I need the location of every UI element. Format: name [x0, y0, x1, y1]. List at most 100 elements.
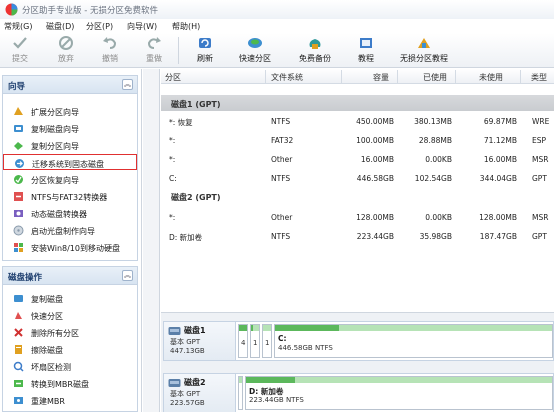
discard-button[interactable]: 放弃: [54, 35, 78, 66]
sidebar-item-dynamic-disk-converter[interactable]: 动态磁盘转换器: [3, 205, 137, 221]
disk1-info: 磁盘1 基本 GPT 447.13GB: [164, 322, 236, 360]
table-row[interactable]: *: Other 16.00MB 0.00KB 16.00MB MSR: [161, 152, 554, 167]
column-divider: [520, 70, 521, 83]
table-cell: C:: [169, 174, 177, 183]
partition-recovery-icon: [14, 175, 23, 184]
column-unused[interactable]: 未使用: [479, 72, 503, 83]
collapse-wizard-button[interactable]: ︽: [122, 79, 133, 90]
column-filesystem[interactable]: 文件系统: [271, 72, 303, 83]
table-cell: D: 新加卷: [169, 233, 203, 242]
partition-usage-bar: [239, 325, 247, 331]
menu-wizard[interactable]: 向导(W): [127, 21, 157, 32]
tutorial-button[interactable]: 教程: [354, 35, 378, 66]
column-divider: [397, 70, 398, 83]
sidebar-item-partition-recovery-wizard[interactable]: 分区恢复向导: [3, 171, 137, 187]
copy-partition-icon: [14, 142, 23, 150]
sidebar-item-rebuild-mbr[interactable]: 重建MBR: [3, 392, 137, 408]
disk-operations-panel: 磁盘操作 ︽ 复制磁盘 快速分区 删除所有分区 擦除磁盘 坏扇区检测 转换到MB…: [2, 266, 138, 412]
table-cell: NTFS: [271, 174, 291, 183]
copy-disk-icon: [14, 125, 23, 132]
disk1-partition-esp[interactable]: 1: [250, 324, 260, 358]
collapse-disk-operations-button[interactable]: ︽: [122, 270, 133, 281]
table-cell: *:: [169, 213, 176, 222]
quick-partition-button[interactable]: 快速分区: [235, 35, 275, 66]
menu-disk[interactable]: 磁盘(D): [46, 21, 74, 32]
partition-bar-background: [263, 325, 271, 331]
table-cell: 380.13MB: [414, 117, 452, 126]
table-cell: *: 恢复: [169, 118, 193, 127]
toolbar-separator: [178, 37, 179, 64]
migrate-os-icon: [15, 159, 24, 168]
table-row[interactable]: C: NTFS 446.58GB 102.54GB 344.04GB GPT: [161, 171, 554, 186]
lossless-tutorial-button[interactable]: 无损分区教程: [395, 35, 453, 66]
menu-help[interactable]: 帮助(H): [172, 21, 200, 32]
redo-button[interactable]: 重做: [142, 35, 166, 66]
disk1-card[interactable]: 磁盘1 基本 GPT 447.13GB 4 1 1 C: 446.58GB NT…: [163, 321, 554, 361]
table-cell: 450.00MB: [356, 117, 394, 126]
sidebar-item-quick-partition[interactable]: 快速分区: [3, 307, 137, 323]
table-header: 分区 文件系统 容量 已使用 未使用 类型: [161, 69, 554, 84]
sidebar-item-copy-disk-wizard[interactable]: 复制磁盘向导: [3, 120, 137, 136]
partition-usage-bar: [246, 377, 295, 383]
discard-icon: [59, 36, 73, 50]
table-cell: *:: [169, 136, 176, 145]
commit-button[interactable]: 提交: [8, 35, 32, 66]
disk2-card[interactable]: 磁盘2 基本 GPT 223.57GB D: 新加卷 223.44GB NTFS: [163, 373, 554, 412]
table-cell: GPT: [532, 174, 547, 183]
backup-icon: [309, 39, 321, 49]
commit-icon: [13, 37, 27, 49]
menu-partition[interactable]: 分区(P): [86, 21, 113, 32]
sidebar-splitter[interactable]: [143, 69, 160, 412]
table-row[interactable]: *: Other 128.00MB 0.00KB 128.00MB MSR: [161, 210, 554, 225]
menu-general[interactable]: 常规(G): [4, 21, 32, 32]
sidebar-item-extend-partition-wizard[interactable]: 扩展分区向导: [3, 103, 137, 119]
table-cell: 0.00KB: [425, 213, 452, 222]
disk1-partition-recovery[interactable]: 4: [238, 324, 248, 358]
free-backup-button[interactable]: 免费备份: [295, 35, 335, 66]
sidebar-item-install-win-to-usb[interactable]: 安装Win8/10到移动硬盘: [3, 239, 137, 255]
sidebar-item-copy-disk[interactable]: 复制磁盘: [3, 290, 137, 306]
disk2-partition-msr[interactable]: [238, 376, 243, 410]
sidebar-item-wipe-disk[interactable]: 擦除磁盘: [3, 341, 137, 357]
tutorial-icon: [360, 38, 372, 48]
table-cell: 16.00MB: [483, 155, 517, 164]
table-row[interactable]: D: 新加卷 NTFS 223.44GB 35.98GB 187.47GB GPT: [161, 229, 554, 244]
column-used[interactable]: 已使用: [423, 72, 447, 83]
table-cell: NTFS: [271, 117, 291, 126]
disk2-partition-d[interactable]: D: 新加卷 223.44GB NTFS: [245, 376, 553, 410]
column-divider: [455, 70, 456, 83]
column-type[interactable]: 类型: [531, 72, 547, 83]
sidebar-item-copy-partition-wizard[interactable]: 复制分区向导: [3, 137, 137, 153]
table-cell: 16.00MB: [360, 155, 394, 164]
sidebar-item-bootable-cd-wizard[interactable]: 启动光盘制作向导: [3, 222, 137, 238]
table-cell: GPT: [532, 232, 547, 241]
disk-operations-panel-header: 磁盘操作 ︽: [3, 267, 137, 285]
title-bar: 分区助手专业版 - 无损分区免费软件: [0, 0, 554, 19]
toolbar: 提交 放弃 撤销 重做 刷新 快速分区 免费备份 教程 无损分区教程: [0, 33, 554, 68]
table-row[interactable]: *: 恢复 NTFS 450.00MB 380.13MB 69.87MB WRE: [161, 114, 554, 129]
table-cell: 100.00MB: [356, 136, 394, 145]
sidebar-item-ntfs-fat32-converter[interactable]: NTFS与FAT32转换器: [3, 188, 137, 204]
rebuild-mbr-icon: [14, 397, 23, 404]
convert-mbr-icon: [14, 380, 23, 387]
column-divider: [265, 70, 266, 83]
disk2-group-header[interactable]: 磁盘2 (GPT): [161, 188, 554, 204]
disk-operations-panel-title: 磁盘操作: [8, 273, 43, 283]
table-cell: FAT32: [271, 136, 294, 145]
disk1-group-header[interactable]: 磁盘1 (GPT): [161, 95, 554, 111]
disk1-partition-msr[interactable]: 1: [262, 324, 272, 358]
sidebar-item-delete-all-partitions[interactable]: 删除所有分区: [3, 324, 137, 340]
menu-bar: 常规(G) 磁盘(D) 分区(P) 向导(W) 帮助(H): [0, 19, 554, 33]
refresh-button[interactable]: 刷新: [193, 35, 217, 66]
table-row[interactable]: *: FAT32 100.00MB 28.88MB 71.12MB ESP: [161, 133, 554, 148]
sidebar-item-convert-to-mbr[interactable]: 转换到MBR磁盘: [3, 375, 137, 391]
bootable-cd-icon: [13, 225, 24, 236]
column-partition[interactable]: 分区: [165, 72, 181, 83]
sidebar-item-bad-sector-check[interactable]: 坏扇区检测: [3, 358, 137, 374]
undo-button[interactable]: 撤销: [98, 35, 122, 66]
column-capacity[interactable]: 容量: [373, 72, 389, 83]
disk1-partition-c[interactable]: C: 446.58GB NTFS: [274, 324, 553, 358]
dynamic-disk-icon: [14, 210, 23, 217]
partition-usage-bar: [251, 325, 254, 331]
sidebar-item-migrate-os-to-ssd[interactable]: 迁移系统到固态磁盘: [3, 154, 137, 170]
